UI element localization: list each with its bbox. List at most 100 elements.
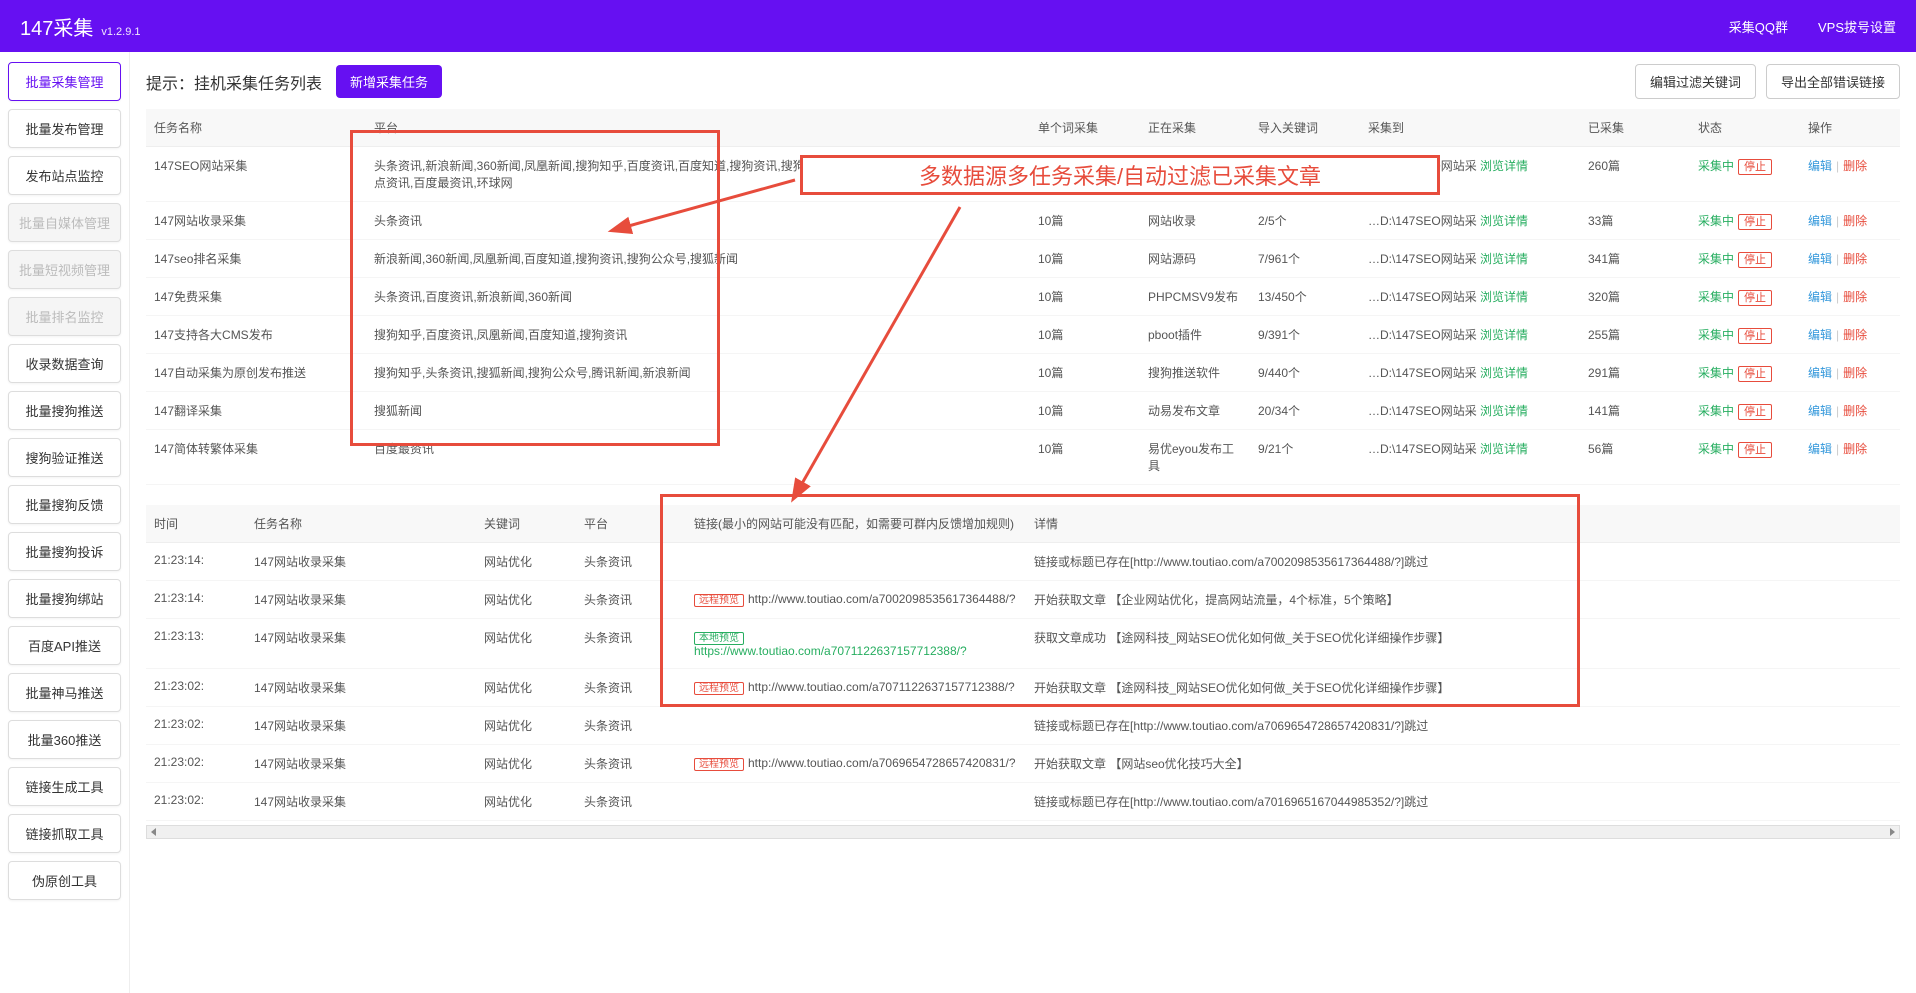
sidebar-item-16[interactable]: 链接抓取工具 [8, 814, 121, 853]
cell-platform: 搜狗知乎,头条资讯,搜狐新闻,搜狗公众号,腾讯新闻,新浪新闻 [366, 354, 1030, 392]
stop-button[interactable]: 停止 [1738, 442, 1772, 458]
edit-link[interactable]: 编辑 [1808, 290, 1832, 304]
th-single: 单个词采集 [1030, 109, 1140, 147]
edit-link[interactable]: 编辑 [1808, 366, 1832, 380]
cell-target: …D:\147SEO网站采 浏览详情 [1360, 240, 1580, 278]
export-errors-button[interactable]: 导出全部错误链接 [1766, 64, 1900, 99]
task-row: 147自动采集为原创发布推送搜狗知乎,头条资讯,搜狐新闻,搜狗公众号,腾讯新闻,… [146, 354, 1900, 392]
cell-collecting: 网站优化 [1140, 147, 1250, 202]
cell-name: 147简体转繁体采集 [146, 430, 366, 485]
edit-link[interactable]: 编辑 [1808, 328, 1832, 342]
delete-link[interactable]: 删除 [1843, 366, 1867, 380]
cell-time: 21:23:02: [146, 707, 246, 745]
sidebar-item-13[interactable]: 批量神马推送 [8, 673, 121, 712]
edit-link[interactable]: 编辑 [1808, 442, 1832, 456]
remote-preview-badge[interactable]: 远程预览 [694, 758, 744, 771]
delete-link[interactable]: 删除 [1843, 404, 1867, 418]
sidebar-item-6[interactable]: 收录数据查询 [8, 344, 121, 383]
task-row: 147seo排名采集新浪新闻,360新闻,凤凰新闻,百度知道,搜狗资讯,搜狗公众… [146, 240, 1900, 278]
cell-time: 21:23:02: [146, 783, 246, 821]
sidebar-item-3: 批量自媒体管理 [8, 203, 121, 242]
th-collecting: 正在采集 [1140, 109, 1250, 147]
browse-detail-link[interactable]: 浏览详情 [1480, 328, 1528, 342]
cell-platform: 搜狗知乎,百度资讯,凤凰新闻,百度知道,搜狗资讯 [366, 316, 1030, 354]
th-collected: 已采集 [1580, 109, 1690, 147]
task-table: 任务名称 平台 单个词采集 正在采集 导入关键词 采集到 已采集 状态 操作 1… [146, 109, 1900, 485]
sidebar-item-1[interactable]: 批量发布管理 [8, 109, 121, 148]
edit-link[interactable]: 编辑 [1808, 214, 1832, 228]
remote-preview-badge[interactable]: 远程预览 [694, 594, 744, 607]
delete-link[interactable]: 删除 [1843, 290, 1867, 304]
log-row: 21:23:02:147网站收录采集网站优化头条资讯链接或标题已存在[http:… [146, 707, 1900, 745]
log-link[interactable]: http://www.toutiao.com/a7002098535617364… [748, 592, 1016, 606]
cell-import: 7/968个 [1250, 147, 1360, 202]
sidebar-item-8[interactable]: 搜狗验证推送 [8, 438, 121, 477]
sidebar-item-12[interactable]: 百度API推送 [8, 626, 121, 665]
browse-detail-link[interactable]: 浏览详情 [1480, 290, 1528, 304]
cell-status: 采集中停止 [1690, 430, 1800, 485]
delete-link[interactable]: 删除 [1843, 442, 1867, 456]
sidebar-item-2[interactable]: 发布站点监控 [8, 156, 121, 195]
cell-op: 编辑|删除 [1800, 278, 1900, 316]
cell-detail: 链接或标题已存在[http://www.toutiao.com/a7002098… [1026, 543, 1900, 581]
log-link[interactable]: http://www.toutiao.com/a7069654728657420… [748, 756, 1016, 770]
cell-log-platform: 头条资讯 [576, 745, 686, 783]
add-task-button[interactable]: 新增采集任务 [336, 65, 442, 98]
cell-op: 编辑|删除 [1800, 316, 1900, 354]
stop-button[interactable]: 停止 [1738, 159, 1772, 175]
browse-detail-link[interactable]: 浏览详情 [1480, 404, 1528, 418]
edit-link[interactable]: 编辑 [1808, 159, 1832, 173]
stop-button[interactable]: 停止 [1738, 328, 1772, 344]
stop-button[interactable]: 停止 [1738, 252, 1772, 268]
stop-button[interactable]: 停止 [1738, 214, 1772, 230]
cell-log-platform: 头条资讯 [576, 783, 686, 821]
edit-filter-button[interactable]: 编辑过滤关键词 [1635, 64, 1756, 99]
log-link[interactable]: https://www.toutiao.com/a707112263715771… [694, 644, 967, 658]
remote-preview-badge[interactable]: 远程预览 [694, 682, 744, 695]
log-table: 时间 任务名称 关键词 平台 链接(最小的网站可能没有匹配，如需要可群内反馈增加… [146, 505, 1900, 821]
cell-keyword: 网站优化 [476, 745, 576, 783]
delete-link[interactable]: 删除 [1843, 214, 1867, 228]
cell-import: 7/961个 [1250, 240, 1360, 278]
header-link-qq[interactable]: 采集QQ群 [1729, 17, 1788, 36]
sidebar-item-15[interactable]: 链接生成工具 [8, 767, 121, 806]
cell-single: 10篇 [1030, 392, 1140, 430]
th-import: 导入关键词 [1250, 109, 1360, 147]
cell-single: 10篇 [1030, 354, 1140, 392]
cell-link [686, 543, 1026, 581]
header-link-vps[interactable]: VPS拔号设置 [1818, 17, 1896, 36]
sidebar-item-10[interactable]: 批量搜狗投诉 [8, 532, 121, 571]
browse-detail-link[interactable]: 浏览详情 [1480, 252, 1528, 266]
sidebar-item-7[interactable]: 批量搜狗推送 [8, 391, 121, 430]
browse-detail-link[interactable]: 浏览详情 [1480, 214, 1528, 228]
edit-link[interactable]: 编辑 [1808, 404, 1832, 418]
cell-status: 采集中停止 [1690, 354, 1800, 392]
cell-keyword: 网站优化 [476, 669, 576, 707]
horizontal-scrollbar[interactable] [146, 825, 1900, 839]
stop-button[interactable]: 停止 [1738, 404, 1772, 420]
cell-collecting: PHPCMSV9发布 [1140, 278, 1250, 316]
task-row: 147简体转繁体采集百度最资讯10篇易优eyou发布工具9/21个…D:\147… [146, 430, 1900, 485]
cell-keyword: 网站优化 [476, 707, 576, 745]
cell-import: 9/391个 [1250, 316, 1360, 354]
sidebar-item-11[interactable]: 批量搜狗绑站 [8, 579, 121, 618]
log-link[interactable]: http://www.toutiao.com/a7071122637157712… [748, 680, 1015, 694]
app-version: v1.2.9.1 [101, 26, 140, 38]
task-row: 147免费采集头条资讯,百度资讯,新浪新闻,360新闻10篇PHPCMSV9发布… [146, 278, 1900, 316]
browse-detail-link[interactable]: 浏览详情 [1480, 442, 1528, 456]
sidebar-item-0[interactable]: 批量采集管理 [8, 62, 121, 101]
sidebar-item-17[interactable]: 伪原创工具 [8, 861, 121, 900]
task-row: 147SEO网站采集头条资讯,新浪新闻,360新闻,凤凰新闻,搜狗知乎,百度资讯… [146, 147, 1900, 202]
browse-detail-link[interactable]: 浏览详情 [1480, 159, 1528, 173]
status-text: 采集中 [1698, 252, 1734, 266]
edit-link[interactable]: 编辑 [1808, 252, 1832, 266]
sidebar-item-14[interactable]: 批量360推送 [8, 720, 121, 759]
browse-detail-link[interactable]: 浏览详情 [1480, 366, 1528, 380]
delete-link[interactable]: 删除 [1843, 252, 1867, 266]
delete-link[interactable]: 删除 [1843, 328, 1867, 342]
delete-link[interactable]: 删除 [1843, 159, 1867, 173]
sidebar-item-9[interactable]: 批量搜狗反馈 [8, 485, 121, 524]
cell-status: 采集中停止 [1690, 316, 1800, 354]
stop-button[interactable]: 停止 [1738, 290, 1772, 306]
stop-button[interactable]: 停止 [1738, 366, 1772, 382]
